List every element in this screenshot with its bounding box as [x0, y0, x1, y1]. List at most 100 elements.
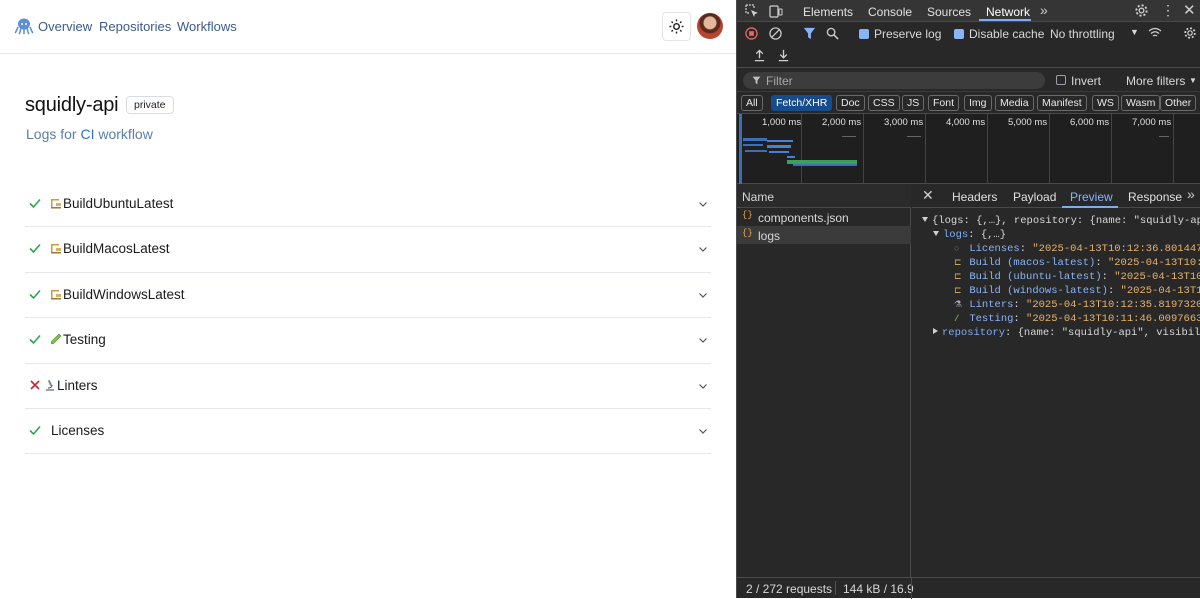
json-string-value: "2025-04-13T10:12:36.8014473Z — [1032, 243, 1200, 255]
tab-network[interactable]: Network — [986, 5, 1030, 19]
export-har-icon[interactable] — [777, 49, 790, 62]
chevron-down-icon[interactable]: ▼ — [1130, 27, 1139, 37]
timeline-bar — [907, 136, 921, 137]
timeline-bar — [767, 140, 793, 142]
timeline-label: 6,000 ms — [1070, 117, 1110, 128]
collapse-triangle-icon[interactable] — [933, 328, 938, 334]
chevron-down-icon[interactable] — [698, 290, 708, 300]
invert-checkbox[interactable] — [1056, 75, 1066, 85]
nav-overview-link[interactable]: Overview — [38, 19, 92, 34]
divider — [911, 578, 912, 599]
nav-workflows-link[interactable]: Workflows — [177, 19, 237, 34]
close-devtools-icon[interactable]: ✕ — [1183, 1, 1196, 19]
job-row-build-macos[interactable]: BuildMacosLatest — [25, 227, 711, 273]
type-filter-css[interactable]: CSS — [868, 95, 900, 111]
theme-toggle-button[interactable] — [662, 12, 691, 41]
job-name: BuildWindowsLatest — [63, 286, 185, 302]
json-logs-line[interactable]: logs: {,…} — [933, 229, 1006, 241]
timeline-bar — [767, 145, 791, 148]
failure-x-icon — [30, 379, 40, 390]
tab-preview[interactable]: Preview — [1070, 190, 1113, 204]
network-settings-icon[interactable] — [1183, 26, 1197, 40]
type-filter-other[interactable]: Other — [1160, 95, 1197, 111]
preserve-log-checkbox[interactable] — [859, 29, 869, 39]
visibility-badge: private — [126, 96, 174, 114]
tab-sources[interactable]: Sources — [927, 5, 971, 19]
filter-funnel-icon[interactable] — [803, 27, 816, 40]
chevron-down-icon[interactable] — [698, 244, 708, 254]
user-avatar[interactable] — [697, 13, 723, 39]
clear-icon[interactable] — [769, 27, 782, 40]
more-tabs-icon[interactable]: » — [1187, 186, 1195, 202]
timeline-tick — [925, 114, 926, 184]
microscope-icon — [46, 379, 54, 391]
more-tabs-icon[interactable]: » — [1040, 2, 1048, 18]
more-options-icon[interactable]: ⋮ — [1161, 2, 1175, 19]
timeline-bar — [787, 156, 795, 158]
type-filter-media[interactable]: Media — [995, 95, 1034, 111]
network-conditions-icon[interactable] — [1148, 27, 1162, 39]
chevron-down-icon[interactable] — [698, 381, 708, 391]
job-row-build-ubuntu[interactable]: BuildUbuntuLatest — [25, 182, 711, 228]
type-filter-doc[interactable]: Doc — [836, 95, 865, 111]
tab-response[interactable]: Response — [1128, 190, 1182, 204]
filter-input[interactable]: Filter — [743, 72, 1045, 89]
type-filter-js[interactable]: JS — [902, 95, 925, 111]
chevron-down-icon[interactable] — [698, 335, 708, 345]
record-stop-icon[interactable] — [745, 27, 758, 40]
job-row-linters[interactable]: Linters — [25, 364, 711, 409]
job-row-build-windows[interactable]: BuildWindowsLatest — [25, 273, 711, 319]
chevron-down-icon[interactable] — [698, 426, 708, 436]
chevron-down-icon[interactable] — [698, 199, 708, 209]
octopus-logo-icon[interactable] — [14, 17, 34, 35]
more-filters-button[interactable]: More filters — [1126, 74, 1185, 88]
type-filter-wasm[interactable]: Wasm — [1121, 95, 1161, 111]
type-filter-all[interactable]: All — [741, 95, 763, 111]
chevron-down-icon[interactable]: ▼ — [1189, 76, 1197, 85]
tab-elements[interactable]: Elements — [803, 5, 853, 19]
request-count: 2 / 272 requests — [746, 582, 833, 596]
name-column-header[interactable]: Name — [742, 190, 774, 204]
network-timeline-overview[interactable]: 1,000 ms 2,000 ms 3,000 ms 4,000 ms 5,00… — [737, 114, 1200, 184]
expand-triangle-icon[interactable] — [933, 231, 939, 236]
timeline-tick — [1111, 114, 1112, 184]
expand-triangle-icon[interactable] — [922, 217, 928, 222]
json-entry: ⊏ Build (macos-latest): "2025-04-13T10:1… — [954, 257, 1200, 269]
type-filter-manifest[interactable]: Manifest — [1037, 95, 1087, 111]
json-string-value: "2025-04-13T10:1 — [1120, 285, 1200, 297]
json-string-value: "2025-04-13T10:10 — [1114, 271, 1200, 283]
device-toolbar-icon[interactable] — [769, 4, 783, 18]
success-check-icon — [29, 289, 41, 299]
sun-icon — [669, 19, 684, 34]
type-filter-fetch-xhr[interactable]: Fetch/XHR — [771, 95, 833, 111]
success-check-icon — [29, 335, 41, 345]
timeline-bar — [743, 144, 763, 146]
json-root-line[interactable]: {logs: {,…}, repository: {name: "squidly… — [922, 215, 1200, 227]
import-har-icon[interactable] — [753, 49, 766, 62]
nav-repositories-link[interactable]: Repositories — [99, 19, 171, 34]
type-filter-img[interactable]: Img — [964, 95, 992, 111]
json-key: Build (ubuntu-latest) — [969, 271, 1102, 283]
request-row-logs[interactable]: {} logs — [737, 226, 911, 244]
success-check-icon — [29, 244, 41, 254]
inspect-element-icon[interactable] — [745, 4, 759, 18]
divider — [835, 581, 836, 595]
search-icon[interactable] — [826, 27, 839, 40]
request-row-components-json[interactable]: {} components.json — [737, 208, 911, 226]
tab-payload[interactable]: Payload — [1013, 190, 1056, 204]
disable-cache-checkbox[interactable] — [954, 29, 964, 39]
close-icon[interactable]: ✕ — [922, 187, 934, 204]
gear-icon[interactable] — [1134, 3, 1149, 18]
throttling-select[interactable]: No throttling — [1050, 27, 1115, 41]
type-filter-font[interactable]: Font — [928, 95, 960, 111]
web-app: Overview Repositories Workflows squidly-… — [0, 0, 736, 598]
top-navigation: Overview Repositories Workflows — [0, 0, 736, 54]
tab-console[interactable]: Console — [868, 5, 912, 19]
json-repository-line[interactable]: repository: {name: "squidly-api", visibi… — [933, 327, 1200, 339]
job-row-licenses[interactable]: Licenses — [25, 409, 711, 455]
job-row-testing[interactable]: Testing — [25, 318, 711, 364]
request-list-header: Name — [737, 184, 911, 208]
tab-headers[interactable]: Headers — [952, 190, 997, 204]
json-key: Linters — [969, 299, 1014, 311]
type-filter-ws[interactable]: WS — [1092, 95, 1119, 111]
